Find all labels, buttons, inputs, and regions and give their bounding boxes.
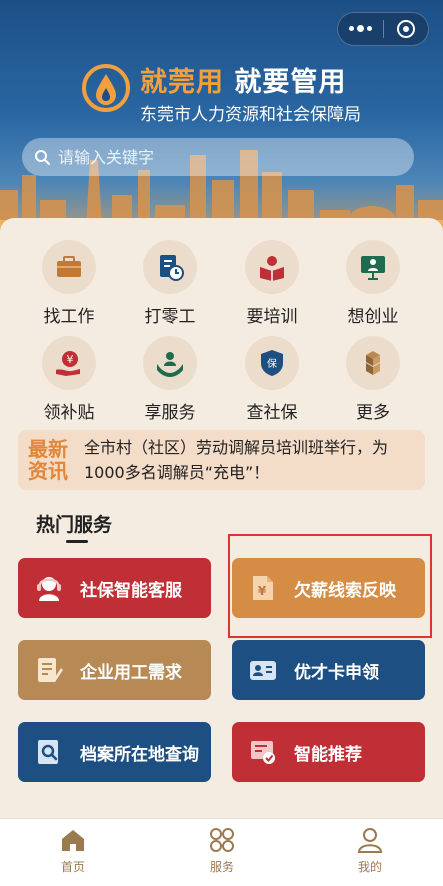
grid-label: 享服务	[144, 403, 196, 423]
grid-label: 打零工	[144, 307, 196, 327]
bureau-name: 东莞市人力资源和社会保障局	[140, 105, 361, 125]
user-icon	[357, 828, 383, 853]
service-button-archive-location[interactable]: 档案所在地查询	[18, 722, 211, 782]
grid-item-services[interactable]: 享服务	[120, 336, 220, 423]
service-label: 企业用工需求	[80, 662, 182, 683]
cubes-icon	[366, 351, 380, 375]
shield-icon: 保	[261, 350, 283, 376]
grid-label: 查社保	[246, 403, 298, 423]
grid-label: 更多	[356, 403, 390, 423]
yuan-hand-icon: ¥	[56, 351, 80, 376]
headset-agent-icon	[32, 571, 66, 605]
svg-text:¥: ¥	[67, 353, 74, 366]
slogan-rest: 就要管用	[234, 67, 347, 98]
svg-text:保: 保	[267, 357, 277, 370]
tab-label: 我的	[357, 860, 382, 874]
service-label: 智能推荐	[294, 744, 362, 765]
grid-label: 领补贴	[43, 403, 95, 423]
id-card-icon	[246, 653, 280, 687]
tab-mine[interactable]: 我的	[330, 825, 410, 875]
grid-icon-circle	[42, 240, 96, 294]
tab-label: 首页	[60, 860, 85, 874]
grid-item-social-security[interactable]: 保 查社保	[222, 336, 322, 423]
grid-icon-circle	[346, 240, 400, 294]
search-icon	[35, 150, 50, 165]
grid-item-odd-job[interactable]: 打零工	[120, 240, 220, 327]
service-button-social-security-ai[interactable]: 社保智能客服	[18, 558, 211, 618]
home-icon	[62, 830, 84, 851]
grid-item-subsidy[interactable]: ¥ 领补贴	[19, 336, 119, 423]
service-label: 优才卡申领	[294, 662, 379, 683]
presenter-icon	[361, 256, 385, 280]
grid-icon-circle	[346, 336, 400, 390]
mini-program-capsule	[337, 12, 429, 46]
search-bar[interactable]	[22, 138, 414, 176]
grid-label: 要培训	[246, 307, 298, 327]
tab-services[interactable]: 服务	[182, 825, 262, 875]
search-input[interactable]	[58, 147, 378, 167]
service-button-employer-demand[interactable]: 企业用工需求	[18, 640, 211, 700]
more-dots-icon	[348, 25, 372, 32]
grid-item-training[interactable]: 要培训	[222, 240, 322, 327]
slogan: 就莞用 就要管用	[140, 60, 346, 99]
grid-icon-circle: ¥	[42, 336, 96, 390]
service-button-talent-card[interactable]: 优才卡申领	[232, 640, 425, 700]
grid-icon-circle: 保	[245, 336, 299, 390]
grid-label: 想创业	[347, 307, 399, 327]
selection-highlight-box	[228, 534, 432, 638]
grid-icon-circle	[143, 336, 197, 390]
reading-icon	[260, 256, 284, 281]
close-program-button[interactable]	[383, 12, 428, 46]
grid-icon-circle	[143, 240, 197, 294]
service-label: 档案所在地查询	[80, 744, 199, 765]
news-banner[interactable]: 最新 资讯 全市村（社区）劳动调解员培训班举行，为1000多名调解员“充电”！	[18, 430, 425, 490]
bottom-tab-bar: 首页 服务 我的	[0, 818, 443, 886]
grid-item-find-job[interactable]: 找工作	[19, 240, 119, 327]
more-menu-button[interactable]	[338, 12, 383, 46]
tab-label: 服务	[209, 860, 234, 874]
news-tag-line2: 资讯	[28, 459, 68, 483]
recommend-icon	[246, 735, 280, 769]
tab-home[interactable]: 首页	[33, 825, 113, 875]
section-title: 热门服务	[36, 514, 113, 536]
service-button-smart-recommend[interactable]: 智能推荐	[232, 722, 425, 782]
briefcase-icon	[57, 256, 81, 277]
news-headline: 全市村（社区）劳动调解员培训班举行，为1000多名调解员“充电”！	[84, 438, 389, 482]
grid-icon	[210, 828, 234, 852]
news-tag: 最新 资讯	[18, 438, 84, 482]
section-underline	[66, 540, 88, 543]
logo-icon	[82, 64, 130, 112]
slogan-accent: 就莞用	[140, 67, 224, 98]
grid-item-startup[interactable]: 想创业	[323, 240, 423, 327]
service-person-icon	[157, 352, 183, 377]
grid-icon-circle	[245, 240, 299, 294]
form-pen-icon	[32, 653, 66, 687]
main-card: 找工作 打零工 要培训 想创业 ¥ 领补贴 享服务 保 查社保 更多 最新 资讯…	[0, 218, 443, 818]
news-tag-line1: 最新	[28, 437, 68, 461]
grid-label: 找工作	[43, 307, 95, 327]
grid-item-more[interactable]: 更多	[323, 336, 423, 423]
clock-document-icon	[160, 255, 184, 281]
close-target-icon	[396, 20, 415, 38]
search-document-icon	[32, 735, 66, 769]
service-label: 社保智能客服	[80, 580, 182, 601]
